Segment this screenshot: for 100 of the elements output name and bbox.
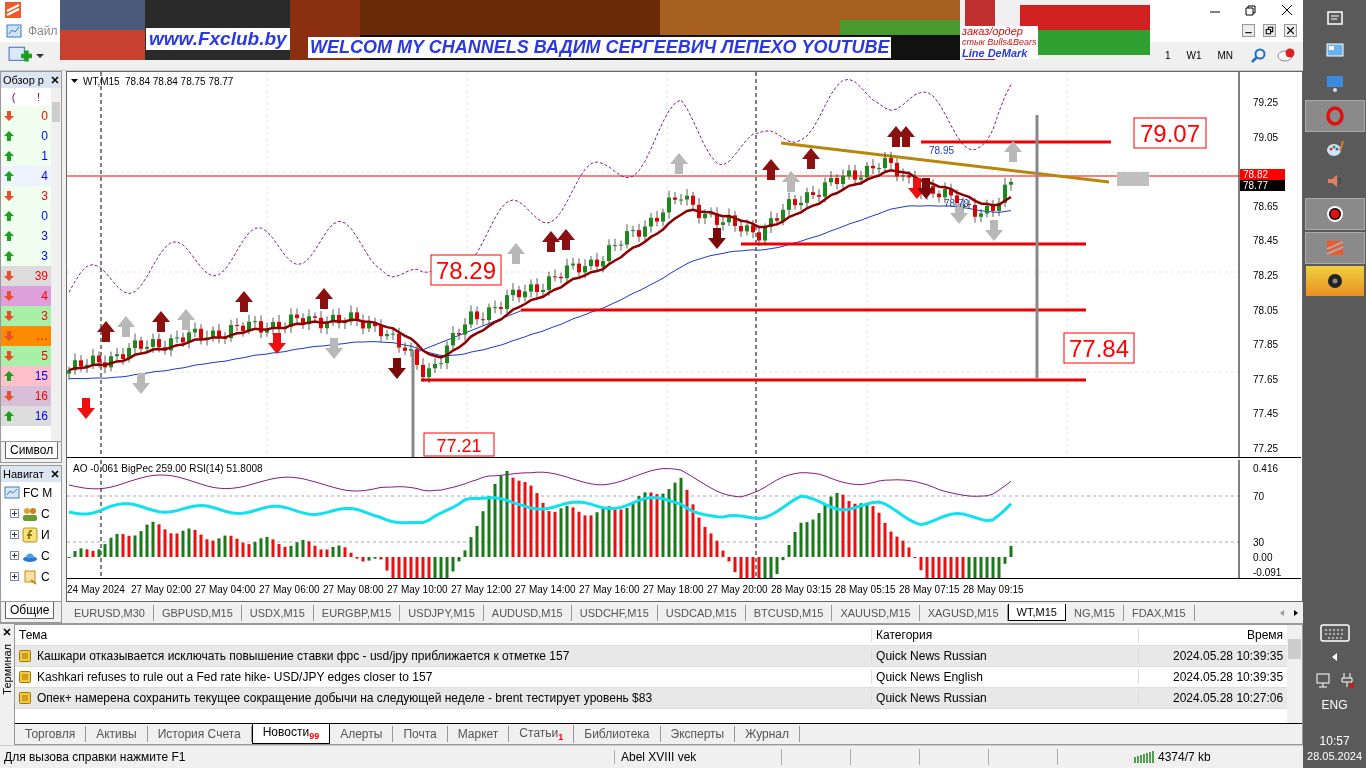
chart-tab[interactable]: FDAX,M15: [1123, 604, 1195, 621]
network-icon[interactable]: [1314, 672, 1331, 688]
table-cell[interactable]: Quick News Russian: [871, 690, 1139, 705]
symbol-row[interactable]: 3: [1, 185, 51, 206]
chart-tab[interactable]: NG,M15: [1065, 604, 1124, 621]
symbol-row[interactable]: 1: [1, 145, 51, 166]
caret-icon[interactable]: [36, 52, 44, 59]
symbol-row[interactable]: 15: [1, 365, 51, 386]
terminal-tab[interactable]: Почта: [393, 726, 448, 743]
presentation-icon[interactable]: [1324, 73, 1345, 93]
symbol-row[interactable]: 3: [1, 245, 51, 266]
chart-tab[interactable]: EURGBP,M15: [313, 604, 401, 621]
expand-icon[interactable]: [10, 572, 19, 582]
column-header[interactable]: Тема: [15, 627, 872, 642]
restore-icon[interactable]: [1245, 3, 1258, 16]
table-cell[interactable]: Kashkari refuses to rule out a Fed rate hike- USD/JPY edges closer to 157: [37, 669, 433, 684]
terminal-tab[interactable]: Торговля: [15, 726, 87, 743]
chart-tab[interactable]: XAUUSD,M15: [832, 604, 920, 621]
time-tick: 24 May 2024: [67, 584, 126, 596]
terminal-tab[interactable]: История Счета: [147, 726, 252, 743]
symbol-row[interactable]: 3: [1, 225, 51, 246]
palette-icon[interactable]: [1324, 139, 1345, 159]
column-header[interactable]: Категория: [871, 627, 1139, 642]
terminal-tab[interactable]: Библиотека: [574, 726, 661, 743]
chart-tab[interactable]: USDCAD,M15: [657, 604, 746, 621]
chart-tab[interactable]: WT,M15: [1007, 604, 1066, 622]
chart-tab[interactable]: AUDUSD,M15: [483, 604, 572, 621]
collapse-icon[interactable]: [71, 78, 78, 83]
terminal-tab[interactable]: Маркет: [447, 726, 510, 743]
record-icon[interactable]: [1324, 204, 1345, 224]
chart-tab[interactable]: USDCHF,M15: [571, 604, 658, 621]
spread-value: 3: [41, 308, 48, 323]
close-icon[interactable]: [51, 469, 59, 478]
notification-icon[interactable]: [1277, 47, 1296, 64]
timeframe-button[interactable]: MN: [1211, 50, 1240, 62]
indicator-tick: 0.416: [1253, 462, 1279, 474]
menu-item[interactable]: Файл: [28, 23, 58, 38]
table-cell[interactable]: Quick News English: [871, 669, 1139, 684]
close-icon[interactable]: [1284, 24, 1298, 38]
time-tick: 27 May 02:00: [131, 584, 193, 596]
banner-link[interactable]: www.Fxclub.by: [146, 28, 290, 50]
timeframe-button[interactable]: W1: [1180, 50, 1208, 62]
panel-title: Обзор р: [3, 73, 44, 86]
caret-icon[interactable]: [1330, 652, 1339, 662]
keyboard-icon[interactable]: [1319, 624, 1350, 642]
terminal-tab[interactable]: Новости$_{99}$: [251, 724, 331, 744]
language-indicator[interactable]: ENG: [1321, 698, 1348, 712]
terminal-tab[interactable]: Эксперты: [660, 726, 736, 743]
spread-value: 39: [34, 268, 48, 283]
restore-icon[interactable]: [1263, 24, 1277, 38]
scrollbar[interactable]: [51, 87, 61, 441]
time-tick: 27 May 08:00: [323, 584, 385, 596]
chart-tab[interactable]: EURUSD,M30: [66, 604, 154, 621]
expand-icon[interactable]: [10, 530, 19, 540]
close-icon[interactable]: [51, 75, 59, 84]
clock-date[interactable]: 28.05.2024: [1307, 750, 1363, 762]
panel-tab[interactable]: Общие: [5, 601, 55, 619]
close-icon[interactable]: [3, 627, 11, 636]
symbol-row[interactable]: 4: [1, 165, 51, 186]
expand-icon[interactable]: [10, 551, 19, 561]
table-cell[interactable]: Quick News Russian: [871, 648, 1139, 663]
chart-tab[interactable]: XAGUSD,M15: [919, 604, 1008, 621]
power-plug-icon[interactable]: [1338, 672, 1355, 688]
price-tick: 78.05: [1253, 304, 1279, 316]
tree-item[interactable]: И: [41, 527, 50, 542]
table-cell[interactable]: Опек+ намерена сохранить текущее сокращение добычи на следующей неделе - brent тестирует уровень $83: [37, 690, 653, 705]
spread-value: 15: [34, 368, 48, 383]
search-icon[interactable]: [1249, 47, 1268, 64]
spread-value: 3: [41, 228, 48, 243]
close-icon[interactable]: [1281, 3, 1294, 16]
time-tick: 28 May 05:15: [835, 584, 897, 596]
panel-tab[interactable]: Символ: [5, 441, 59, 459]
chart-tab[interactable]: GBPUSD,M15: [153, 604, 242, 621]
terminal-tab[interactable]: Статьи$_{1}$: [509, 724, 575, 744]
terminal-tab[interactable]: Журнал: [735, 726, 801, 743]
expand-icon[interactable]: [10, 509, 19, 519]
scrollbar[interactable]: [1287, 624, 1303, 724]
terminal-tab[interactable]: Активы: [86, 726, 148, 743]
connection-bars-icon: [1134, 751, 1154, 764]
clock-time[interactable]: 10:57: [1319, 734, 1350, 748]
table-cell[interactable]: Кашкари отказывается исключать повышение ставки фрс - usd/jpy приближается к отметке 157: [37, 648, 570, 663]
chart-tab[interactable]: USDJPY,M15: [400, 604, 484, 621]
level-label: 77.21: [423, 432, 495, 457]
chart-tab[interactable]: BTCUSD,M15: [745, 604, 833, 621]
scroll-icon: [22, 568, 38, 585]
banner-note: стык Bulls&Bears: [962, 37, 1037, 47]
timeframe-button[interactable]: 1: [1158, 50, 1177, 62]
chart-tab[interactable]: USDX,M15: [241, 604, 314, 621]
terminal-tab[interactable]: Алерты: [330, 726, 394, 743]
function-icon: [22, 526, 38, 543]
symbol-row[interactable]: 0: [1, 125, 51, 146]
tree-item[interactable]: С: [41, 506, 50, 521]
minimize-icon[interactable]: [1242, 24, 1256, 38]
tree-item[interactable]: С: [41, 569, 50, 584]
tree-item[interactable]: FC M: [23, 485, 53, 500]
symbol-row[interactable]: 0: [1, 105, 51, 126]
tree-item[interactable]: С: [41, 548, 50, 563]
chart-quote: 78.84 78.84 78.75 78.77: [125, 75, 234, 87]
symbol-row[interactable]: 16: [1, 405, 51, 426]
symbol-row[interactable]: 0: [1, 205, 51, 226]
